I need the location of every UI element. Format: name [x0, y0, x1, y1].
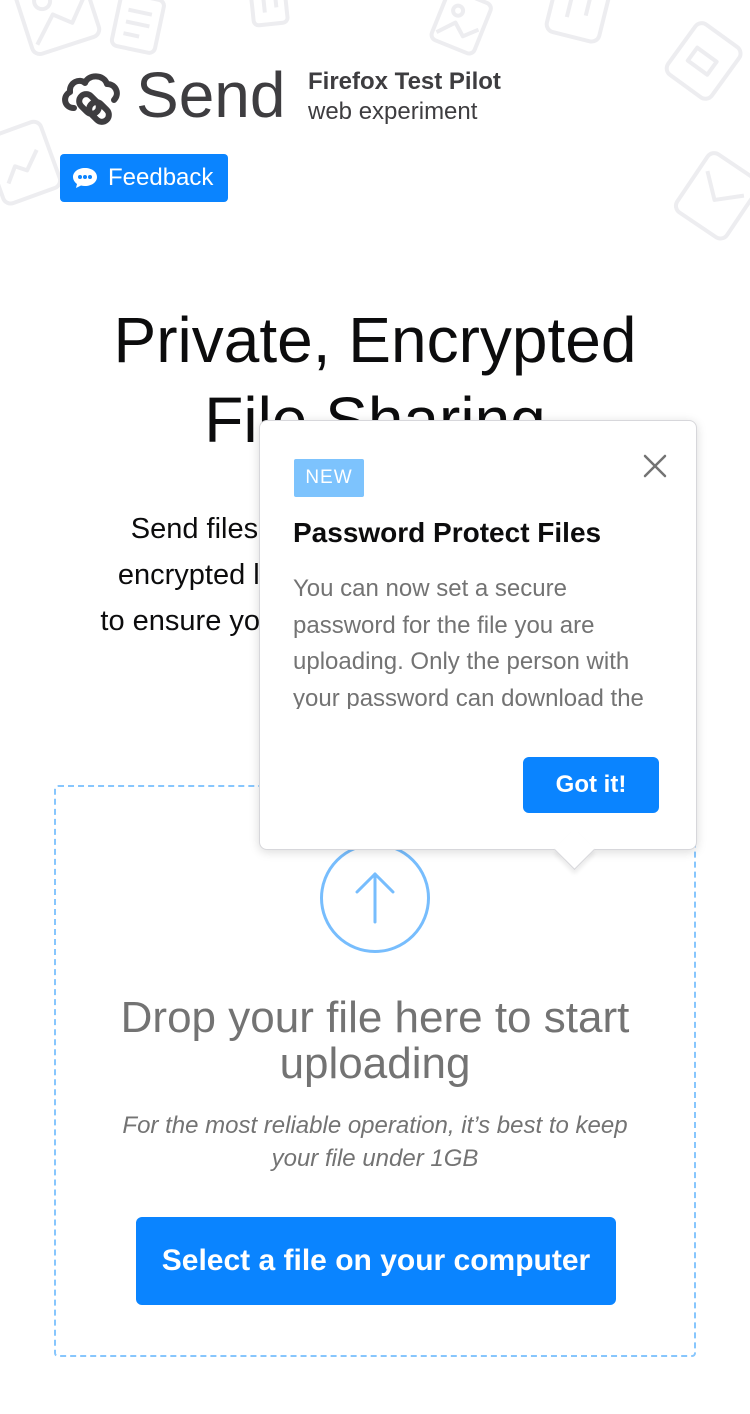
upload-arrow-icon: [320, 843, 430, 953]
feedback-label: Feedback: [108, 164, 214, 191]
background-doodles: [0, 0, 750, 241]
close-icon[interactable]: [640, 451, 670, 481]
send-cloud-link-icon: [62, 73, 120, 125]
chat-bubble-icon: [73, 168, 97, 188]
feedback-button[interactable]: Feedback: [60, 154, 228, 202]
file-drop-zone[interactable]: Drop your file here to start uploading F…: [54, 785, 696, 1357]
new-badge: NEW: [294, 459, 364, 497]
test-pilot-label: Firefox Test Pilot: [308, 68, 501, 95]
got-it-button[interactable]: Got it!: [523, 757, 659, 813]
popover-body: You can now set a secure password for th…: [293, 575, 644, 709]
file-size-note: For the most reliable operation, it’s be…: [122, 1112, 628, 1172]
brand-name[interactable]: Send: [136, 60, 285, 130]
experiment-label: web experiment: [308, 98, 478, 125]
brand-subtitle: Firefox Test Pilot web experiment: [308, 68, 501, 128]
popover-title: Password Protect Files: [293, 517, 602, 548]
drop-instructions: Drop your file here to start uploading: [120, 993, 630, 1088]
select-file-button[interactable]: Select a file on your computer: [136, 1217, 616, 1305]
new-feature-popover: NEW Password Protect Files You can now s…: [259, 420, 697, 871]
page-title-line1: Private, Encrypted: [113, 304, 637, 376]
